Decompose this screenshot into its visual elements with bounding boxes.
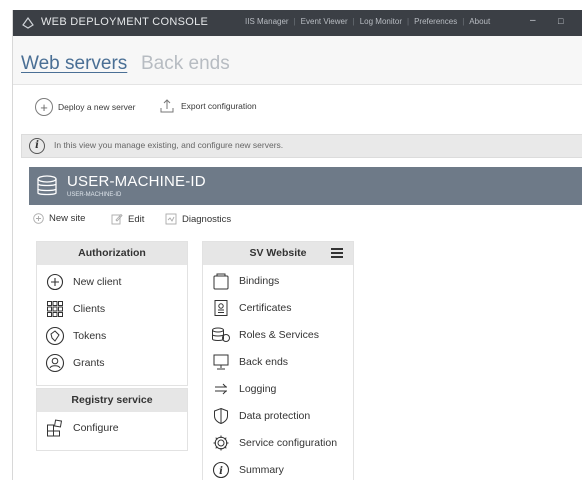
database-icon: [37, 175, 57, 196]
machine-subtitle: USER-MACHINE-ID: [67, 192, 122, 198]
title-bar: WEB DEPLOYMENT CONSOLE IIS Manager | Event…: [13, 10, 582, 36]
plus-circle-icon: +: [35, 98, 53, 116]
new-client-item[interactable]: New client: [37, 268, 187, 295]
authorization-panel: Authorization New client Clients Tokens …: [36, 241, 188, 386]
deploy-server-label: Deploy a new server: [58, 102, 136, 112]
grants-label: Grants: [73, 356, 105, 369]
info-icon: i: [29, 138, 45, 154]
configure-icon: [45, 418, 65, 438]
edit-button[interactable]: Edit: [111, 213, 144, 225]
topnav-log-monitor[interactable]: Log Monitor: [360, 17, 402, 26]
info-text: In this view you manage existing, and co…: [54, 140, 284, 150]
edit-label: Edit: [128, 213, 145, 225]
topnav-preferences[interactable]: Preferences: [414, 17, 457, 26]
service-configuration-item[interactable]: Service configuration: [203, 429, 353, 456]
authorization-title: Authorization: [37, 242, 187, 265]
app-window: WEB DEPLOYMENT CONSOLE IIS Manager | Event…: [12, 10, 582, 480]
data-protection-label: Data protection: [239, 409, 311, 422]
divider: [13, 84, 582, 85]
edit-icon: [111, 213, 123, 225]
roles-services-label: Roles & Services: [239, 328, 319, 341]
back-ends-label: Back ends: [239, 355, 289, 368]
grants-item[interactable]: Grants: [37, 349, 187, 376]
deploy-server-button[interactable]: + Deploy a new server: [35, 98, 135, 116]
topnav-iis-manager[interactable]: IIS Manager: [245, 17, 289, 26]
machine-name: USER-MACHINE-ID: [67, 173, 206, 190]
app-logo-icon: [22, 16, 34, 29]
shield-icon: [211, 406, 231, 426]
top-nav: IIS Manager | Event Viewer | Log Monitor | Pre…: [245, 17, 491, 26]
tokens-label: Tokens: [73, 329, 107, 342]
new-site-button[interactable]: New site: [33, 213, 85, 224]
info-bar: i In this view you manage existing, and …: [21, 134, 582, 158]
export-configuration-label: Export configuration: [181, 101, 257, 111]
minimize-button[interactable]: –: [530, 15, 536, 26]
machine-header[interactable]: USER-MACHINE-ID USER-MACHINE-ID: [29, 167, 582, 205]
plus-circle-icon: [33, 213, 44, 224]
svg-text:i: i: [219, 466, 223, 477]
plus-circle-icon: [45, 272, 65, 292]
grant-icon: [45, 353, 65, 373]
roles-services-item[interactable]: Roles & Services: [203, 321, 353, 348]
roles-icon: [211, 325, 231, 345]
tab-web-servers[interactable]: Web servers: [21, 53, 127, 75]
token-icon: [45, 326, 65, 346]
configure-item[interactable]: Configure: [37, 414, 187, 441]
maximize-button[interactable]: □: [558, 16, 563, 26]
bindings-item[interactable]: Bindings: [203, 267, 353, 294]
menu-icon[interactable]: [331, 248, 343, 258]
logging-item[interactable]: Logging: [203, 375, 353, 402]
certificates-label: Certificates: [239, 301, 292, 314]
tokens-item[interactable]: Tokens: [37, 322, 187, 349]
monitor-icon: [211, 352, 231, 372]
diagnostics-button[interactable]: Diagnostics: [165, 213, 231, 225]
clients-item[interactable]: Clients: [37, 295, 187, 322]
tab-back-ends[interactable]: Back ends: [141, 53, 230, 75]
diagnostics-label: Diagnostics: [182, 213, 232, 225]
summary-label: Summary: [239, 463, 284, 476]
topnav-about[interactable]: About: [469, 17, 490, 26]
new-client-label: New client: [73, 275, 122, 288]
export-configuration-button[interactable]: Export configuration: [159, 98, 257, 114]
summary-item[interactable]: i Summary: [203, 456, 353, 480]
certificate-icon: [211, 298, 231, 318]
bindings-label: Bindings: [239, 274, 280, 287]
view-tabs: Web servers Back ends: [13, 36, 582, 84]
certificates-item[interactable]: Certificates: [203, 294, 353, 321]
bindings-icon: [211, 271, 231, 291]
registry-service-panel: Registry service Configure: [36, 388, 188, 451]
logging-icon: [211, 379, 231, 399]
new-site-label: New site: [49, 213, 86, 224]
grid-icon: [45, 299, 65, 319]
upload-icon: [160, 99, 174, 113]
configure-label: Configure: [73, 421, 119, 434]
service-configuration-label: Service configuration: [239, 436, 338, 449]
registry-service-title: Registry service: [37, 389, 187, 412]
logging-label: Logging: [239, 382, 277, 395]
diagnostics-icon: [165, 213, 177, 225]
gear-icon: [211, 433, 231, 453]
app-title: WEB DEPLOYMENT CONSOLE: [41, 16, 209, 28]
sv-website-panel: SV Website Bindings Certificates Roles &…: [202, 241, 354, 480]
sv-website-title: SV Website: [249, 247, 307, 259]
sv-website-title-bar: SV Website: [203, 242, 353, 265]
topnav-event-viewer[interactable]: Event Viewer: [301, 17, 348, 26]
back-ends-item[interactable]: Back ends: [203, 348, 353, 375]
data-protection-item[interactable]: Data protection: [203, 402, 353, 429]
info-icon: i: [211, 460, 231, 480]
clients-label: Clients: [73, 302, 106, 315]
